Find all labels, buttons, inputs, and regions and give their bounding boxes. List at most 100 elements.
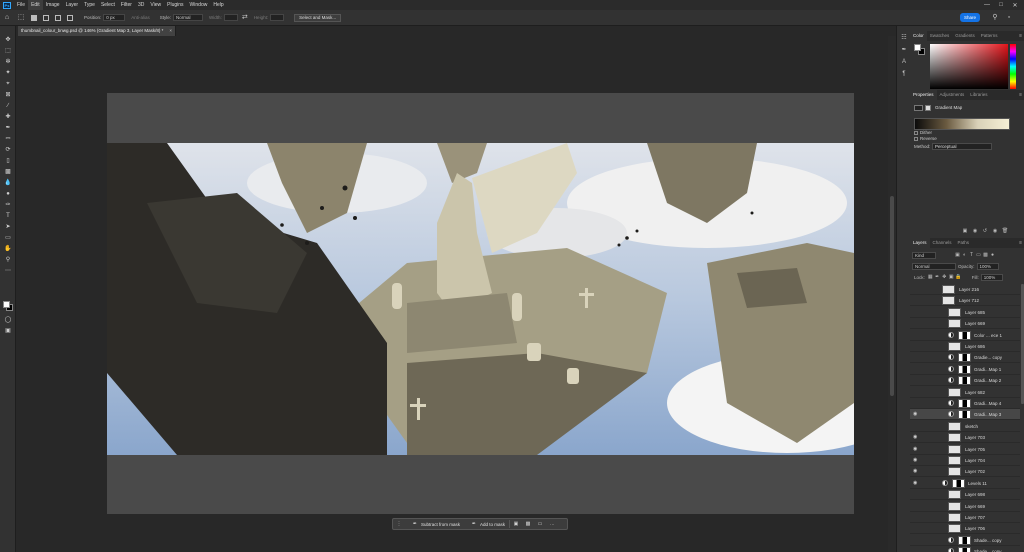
clone-stamp-icon[interactable]: ⎓	[3, 135, 13, 144]
foreground-color-swatch[interactable]	[3, 301, 10, 308]
panel-menu-icon[interactable]: ≡	[1019, 238, 1022, 248]
layer-row[interactable]: sketch	[910, 421, 1020, 432]
dither-checkbox[interactable]: Dither	[914, 130, 954, 135]
menu-3d[interactable]: 3D	[135, 0, 147, 10]
menu-edit[interactable]: Edit	[28, 0, 43, 10]
layer-thumbnail[interactable]	[948, 490, 961, 500]
menu-file[interactable]: File	[14, 0, 28, 10]
tab-adjustments[interactable]: Adjustments	[937, 90, 968, 100]
layer-thumbnail[interactable]	[948, 342, 961, 351]
visibility-eye-icon[interactable]: ◉	[913, 446, 919, 453]
visibility-eye-icon[interactable]	[913, 491, 919, 498]
layer-thumbnail[interactable]	[948, 501, 961, 511]
layer-thumbnail[interactable]	[948, 307, 961, 317]
screen-mode-icon[interactable]: ▣	[3, 327, 13, 336]
method-select[interactable]: Perceptual	[932, 143, 992, 150]
layer-row[interactable]: ◉ Layer 703	[910, 432, 1020, 444]
lasso-tool-icon[interactable]: ✼	[3, 58, 13, 67]
object-selection-icon[interactable]: ✦	[3, 69, 13, 78]
menu-plugins[interactable]: Plugins	[164, 0, 186, 10]
artwork-image[interactable]	[107, 143, 854, 455]
blend-mode-select[interactable]: Normal	[912, 263, 956, 270]
eyedropper-tool-icon[interactable]: ∕	[3, 102, 13, 111]
layer-thumbnail[interactable]	[948, 456, 961, 465]
layer-row[interactable]: ◉ Layer 705	[910, 444, 1020, 455]
visibility-eye-icon[interactable]	[913, 503, 919, 510]
close-tab-icon[interactable]: ×	[169, 26, 172, 36]
layer-thumbnail[interactable]	[948, 524, 961, 534]
layer-thumbnail[interactable]	[948, 421, 961, 431]
tab-layers[interactable]: Layers	[910, 238, 930, 248]
visibility-eye-icon[interactable]	[913, 354, 919, 361]
blur-tool-icon[interactable]: 💧	[3, 179, 13, 188]
layer-row[interactable]: Layer 707	[910, 512, 1020, 523]
select-and-mask-button[interactable]: Select and Mask...	[294, 13, 342, 22]
menu-image[interactable]: Image	[43, 0, 63, 10]
layer-row[interactable]: Layer 669	[910, 318, 1020, 330]
visibility-eye-icon[interactable]	[913, 514, 919, 521]
gradient-preview[interactable]	[914, 118, 1010, 130]
panel-menu-icon[interactable]: ≡	[1019, 31, 1022, 41]
filter-shape-icon[interactable]: ▭	[975, 252, 982, 259]
tab-paths[interactable]: Paths	[955, 238, 973, 248]
delete-mask-icon[interactable]: ▭	[536, 520, 544, 528]
lock-artboard-icon[interactable]: ▣	[948, 274, 955, 281]
layer-row[interactable]: Gradie... copy	[910, 352, 1020, 364]
layer-mask-thumbnail[interactable]	[958, 353, 971, 363]
paragraph-panel-icon[interactable]: ¶	[899, 70, 909, 79]
type-tool-icon[interactable]: T	[3, 212, 13, 221]
dodge-tool-icon[interactable]: ●	[3, 190, 13, 199]
gradient-tool-icon[interactable]: ▩	[3, 168, 13, 177]
visibility-icon[interactable]: ◉	[990, 227, 1000, 235]
tab-libraries[interactable]: Libraries	[967, 90, 990, 100]
pen-tool-icon[interactable]: ✑	[3, 201, 13, 210]
subtract-from-mask-button[interactable]: ✒ Subtract from mask	[405, 520, 464, 528]
layer-row[interactable]: Color ... ece 1	[910, 330, 1020, 341]
visibility-eye-icon[interactable]	[913, 343, 919, 350]
reset-icon[interactable]: ↺	[980, 227, 990, 235]
filter-toggle-icon[interactable]: ●	[989, 252, 996, 259]
zoom-tool-icon[interactable]: ⚲	[3, 256, 13, 265]
move-tool-icon[interactable]: ✥	[3, 36, 13, 45]
add-selection-icon[interactable]	[43, 14, 49, 21]
visibility-eye-icon[interactable]	[913, 286, 919, 293]
layer-row[interactable]: Shade... copy	[910, 546, 1020, 552]
menu-layer[interactable]: Layer	[63, 0, 82, 10]
layer-row[interactable]: Gradi...Map 2	[910, 375, 1020, 387]
layer-row[interactable]: Layer 712	[910, 295, 1020, 307]
maximize-icon[interactable]: □	[994, 2, 1008, 8]
marquee-tool-icon[interactable]: ⬚	[3, 47, 13, 56]
healing-brush-icon[interactable]: ✚	[3, 113, 13, 122]
opacity-field[interactable]: 100%	[976, 263, 999, 270]
minimize-icon[interactable]: —	[980, 2, 994, 8]
workspace-icon[interactable]: ▫	[1004, 13, 1014, 23]
lock-pixels-icon[interactable]: ✒	[934, 274, 941, 281]
layer-thumbnail[interactable]	[948, 467, 961, 477]
layer-row[interactable]: Layer 685	[910, 307, 1020, 318]
menu-view[interactable]: View	[147, 0, 164, 10]
swap-icon[interactable]: ⇄	[240, 13, 250, 23]
visibility-eye-icon[interactable]	[913, 548, 919, 552]
document-tab[interactable]: thumbnail_colour_bnwg.psd @ 146% (Gradie…	[18, 26, 176, 36]
visibility-eye-icon[interactable]	[913, 320, 919, 327]
layer-thumbnail[interactable]	[948, 319, 961, 329]
tab-patterns[interactable]: Patterns	[978, 31, 1001, 41]
eraser-tool-icon[interactable]: ▯	[3, 157, 13, 166]
layer-row[interactable]: Gradi...Map 1	[910, 364, 1020, 375]
position-field[interactable]: 0 px	[103, 14, 126, 21]
menu-filter[interactable]: Filter	[118, 0, 135, 10]
layer-row[interactable]: ◉ Layer 702	[910, 466, 1020, 478]
layer-mask-thumbnail[interactable]	[958, 364, 971, 374]
layer-thumbnail[interactable]	[948, 433, 961, 443]
visibility-eye-icon[interactable]: ◉	[913, 434, 919, 441]
visibility-eye-icon[interactable]	[913, 377, 919, 384]
layer-row[interactable]: Layer 698	[910, 489, 1020, 501]
drag-handle-icon[interactable]: ⋮	[395, 520, 403, 528]
layer-mask-thumbnail[interactable]	[958, 535, 971, 545]
trash-icon[interactable]: 🗑	[1000, 227, 1010, 235]
scrollbar-thumb[interactable]	[890, 196, 894, 396]
visibility-eye-icon[interactable]	[913, 309, 919, 316]
search-icon[interactable]: ⚲	[990, 13, 1000, 23]
layer-row[interactable]: ◉ Gradi...Map 3	[910, 409, 1020, 421]
color-field[interactable]	[930, 44, 1008, 89]
